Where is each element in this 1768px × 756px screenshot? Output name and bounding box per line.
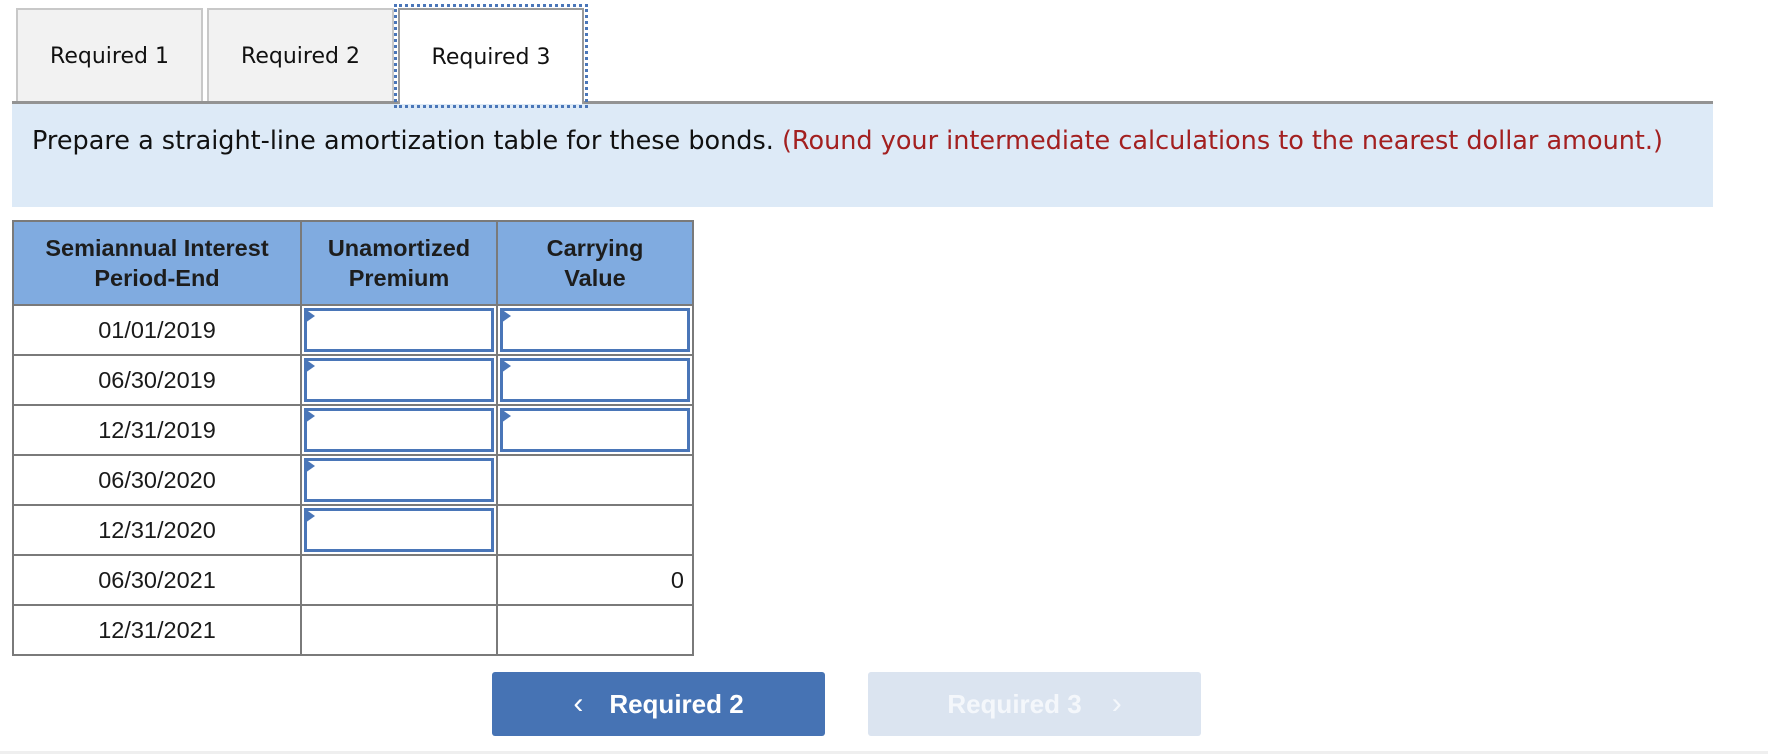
previous-button-label: Required 2: [609, 688, 744, 719]
carrying-input[interactable]: [500, 308, 690, 352]
carrying-cell: [496, 404, 694, 456]
period-end-cell: 01/01/2019: [12, 304, 302, 356]
tab-required-1[interactable]: Required 1: [16, 8, 203, 102]
header-period-end: Semiannual Interest Period-End: [12, 220, 302, 306]
tab-required-2[interactable]: Required 2: [207, 8, 394, 102]
carrying-value-cell: [496, 454, 694, 506]
table-row: 06/30/2019: [12, 354, 694, 406]
header-line: Semiannual Interest: [45, 235, 269, 261]
premium-input[interactable]: [304, 308, 494, 352]
header-line: Carrying: [546, 235, 644, 261]
period-end-cell: 06/30/2019: [12, 354, 302, 406]
next-button-label: Required 3: [947, 688, 1082, 719]
next-required-button[interactable]: Required 3 ›: [868, 672, 1201, 736]
table-row: 12/31/2020: [12, 504, 694, 556]
table-row: 06/30/2020: [12, 454, 694, 506]
premium-value-cell: [300, 604, 498, 656]
premium-cell: [300, 504, 498, 556]
premium-input[interactable]: [304, 408, 494, 452]
table-row: 12/31/2019: [12, 404, 694, 456]
period-end-cell: 12/31/2020: [12, 504, 302, 556]
period-end-cell: 12/31/2019: [12, 404, 302, 456]
header-line: Value: [564, 265, 626, 291]
input-marker-icon: [501, 309, 511, 323]
input-marker-icon: [305, 459, 315, 473]
amortization-table: Semiannual Interest Period-End Unamortiz…: [12, 220, 694, 656]
carrying-cell: [496, 304, 694, 356]
premium-input[interactable]: [304, 358, 494, 402]
table-row: 06/30/2021 0: [12, 554, 694, 606]
header-line: Premium: [348, 265, 450, 291]
premium-input[interactable]: [304, 508, 494, 552]
input-marker-icon: [305, 409, 315, 423]
header-unamortized-premium: Unamortized Premium: [300, 220, 498, 306]
carrying-cell: [496, 354, 694, 406]
premium-cell: [300, 454, 498, 506]
header-line: Unamortized: [327, 235, 471, 261]
chevron-left-icon: ‹: [573, 687, 584, 720]
premium-input[interactable]: [304, 458, 494, 502]
premium-cell: [300, 354, 498, 406]
input-marker-icon: [305, 509, 315, 523]
instruction-banner: Prepare a straight-line amortization tab…: [12, 104, 1713, 207]
previous-required-button[interactable]: ‹ Required 2: [492, 672, 825, 736]
input-marker-icon: [501, 359, 511, 373]
tab-bar: Required 1 Required 2 Required 3: [16, 4, 588, 108]
carrying-input[interactable]: [500, 408, 690, 452]
header-carrying-value: Carrying Value: [496, 220, 694, 306]
rounding-note: (Round your intermediate calculations to…: [781, 126, 1663, 156]
period-end-cell: 06/30/2020: [12, 454, 302, 506]
chevron-right-icon: ›: [1111, 687, 1122, 720]
period-end-cell: 06/30/2021: [12, 554, 302, 606]
tab-required-3[interactable]: Required 3: [394, 4, 588, 108]
input-marker-icon: [305, 309, 315, 323]
table-row: 01/01/2019: [12, 304, 694, 356]
carrying-input[interactable]: [500, 358, 690, 402]
carrying-value-cell: [496, 604, 694, 656]
table-header-row: Semiannual Interest Period-End Unamortiz…: [12, 220, 694, 306]
instruction-text: Prepare a straight-line amortization tab…: [32, 126, 774, 156]
input-marker-icon: [501, 409, 511, 423]
carrying-value-cell: [496, 504, 694, 556]
premium-cell: [300, 304, 498, 356]
header-line: Period-End: [94, 265, 220, 291]
premium-cell: [300, 404, 498, 456]
input-marker-icon: [305, 359, 315, 373]
table-row: 12/31/2021: [12, 604, 694, 656]
bottom-divider: [0, 751, 1768, 754]
period-end-cell: 12/31/2021: [12, 604, 302, 656]
carrying-value-cell: 0: [496, 554, 694, 606]
premium-value-cell: [300, 554, 498, 606]
